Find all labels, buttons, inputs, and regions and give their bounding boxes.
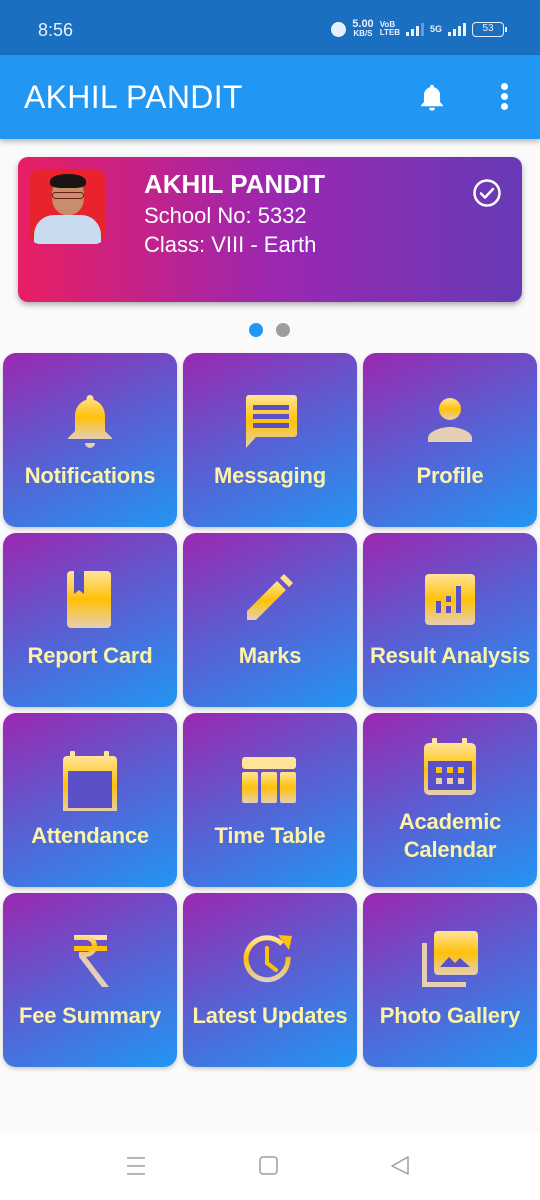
alarm-icon xyxy=(331,21,347,37)
tile-marks[interactable]: Marks xyxy=(183,533,357,707)
tile-label: Fee Summary xyxy=(18,1003,162,1028)
rupee-icon xyxy=(74,935,109,987)
tile-label: Marks xyxy=(238,643,302,668)
tile-label: Photo Gallery xyxy=(379,1003,521,1028)
tile-label: Attendance xyxy=(31,823,149,848)
menu-lines-icon[interactable] xyxy=(124,1155,148,1177)
student-name: AKHIL PANDIT xyxy=(144,169,326,199)
bell-icon[interactable] xyxy=(418,83,446,113)
status-time: 8:56 xyxy=(38,20,74,40)
photo-library-icon xyxy=(422,931,478,987)
person-icon xyxy=(428,398,472,442)
student-card[interactable]: AKHIL PANDIT School No: 5332 Class: VIII… xyxy=(18,157,522,302)
avatar xyxy=(30,169,105,244)
network-type: 5G xyxy=(429,24,442,34)
table-icon xyxy=(242,757,296,803)
check-circle-icon xyxy=(473,179,501,207)
speed-value: 5.00 xyxy=(352,18,374,30)
tile-label: Time Table xyxy=(214,823,326,848)
signal-icon-sim2 xyxy=(448,22,466,36)
tile-label: Academic Calendar xyxy=(398,809,502,862)
system-nav-bar xyxy=(0,1133,540,1200)
tile-attendance[interactable]: Attendance xyxy=(3,713,177,887)
tile-result-analysis[interactable]: Result Analysis xyxy=(363,533,537,707)
more-vert-icon[interactable] xyxy=(494,83,514,113)
tile-label: Profile xyxy=(416,463,484,488)
volte-bottom: LTEB xyxy=(379,28,400,37)
volte-icon: VoB LTEB xyxy=(380,21,400,37)
update-clock-icon xyxy=(243,935,292,983)
menu-grid: Notifications Messaging Profile Report C… xyxy=(3,353,538,1067)
battery-icon: 53 xyxy=(472,21,507,37)
tile-time-table[interactable]: Time Table xyxy=(183,713,357,887)
tile-academic-calendar[interactable]: Academic Calendar xyxy=(363,713,537,887)
tile-label: Notifications xyxy=(24,463,156,488)
tile-photo-gallery[interactable]: Photo Gallery xyxy=(363,893,537,1067)
tile-label: Latest Updates xyxy=(192,1003,348,1028)
tile-fee-summary[interactable]: Fee Summary xyxy=(3,893,177,1067)
calendar-grid-icon xyxy=(424,738,476,795)
carousel-dot-2[interactable] xyxy=(276,323,290,337)
carousel-dot-1[interactable] xyxy=(249,323,263,337)
tile-label: Report Card xyxy=(27,643,153,668)
tile-label: Messaging xyxy=(214,463,326,488)
status-icons: 5.00 KB/S VoB LTEB 5G 53 xyxy=(331,18,507,39)
app-title: AKHIL PANDIT xyxy=(24,79,243,115)
tile-latest-updates[interactable]: Latest Updates xyxy=(183,893,357,1067)
pencil-icon xyxy=(247,574,293,620)
school-number: School No: 5332 xyxy=(144,203,307,228)
bar-chart-icon xyxy=(425,574,475,625)
app-bar: AKHIL PANDIT xyxy=(0,55,540,139)
back-triangle-icon[interactable] xyxy=(388,1155,412,1177)
bookmark-book-icon xyxy=(67,571,111,628)
tile-notifications[interactable]: Notifications xyxy=(3,353,177,527)
tile-messaging[interactable]: Messaging xyxy=(183,353,357,527)
tile-profile[interactable]: Profile xyxy=(363,353,537,527)
status-bar: 8:56 5.00 KB/S VoB LTEB 5G 53 xyxy=(0,0,540,55)
signal-icon-sim1 xyxy=(405,22,424,36)
carousel-indicator xyxy=(249,323,290,337)
network-speed: 5.00 KB/S xyxy=(352,18,374,39)
bell-icon xyxy=(68,395,112,448)
tile-report-card[interactable]: Report Card xyxy=(3,533,177,707)
speed-unit: KB/S xyxy=(353,29,373,38)
student-class: Class: VIII - Earth xyxy=(144,232,317,257)
message-icon xyxy=(246,395,297,448)
tile-label: Result Analysis xyxy=(369,643,531,668)
home-square-icon[interactable] xyxy=(256,1155,280,1177)
calendar-blank-icon xyxy=(63,751,117,811)
